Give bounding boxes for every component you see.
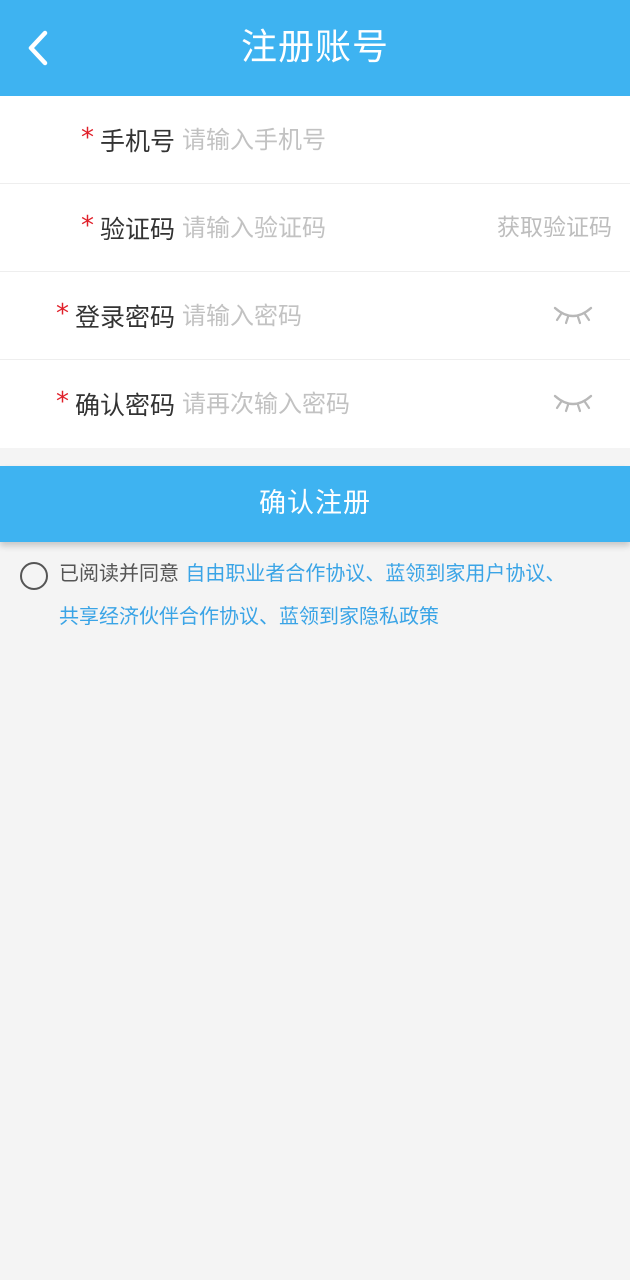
phone-row: * 手机号 请输入手机号 — [0, 96, 630, 184]
user-agreement-link[interactable]: 蓝领到家用户协议 — [385, 561, 545, 585]
page-title: 注册账号 — [240, 27, 389, 68]
required-mark: * — [55, 299, 69, 329]
password-input[interactable]: 请输入密码 — [182, 272, 302, 360]
required-mark: * — [55, 387, 69, 417]
agreement-text: 已阅读并同意 自由职业者合作协议、蓝领到家用户协议、 共享经济伙伴合作协议、蓝领到… — [59, 561, 566, 628]
partner-agreement-link[interactable]: 共享经济伙伴合作协议 — [59, 604, 259, 628]
freelancer-agreement-link[interactable]: 自由职业者合作协议 — [185, 561, 365, 585]
code-row: * 验证码 请输入验证码 获取验证码 — [0, 184, 630, 272]
confirm-input[interactable]: 请再次输入密码 — [182, 360, 350, 448]
agree-prefix: 已阅读并同意 — [59, 561, 186, 585]
required-mark: * — [80, 123, 94, 153]
confirm-label: 确认密码 — [74, 391, 175, 420]
phone-label: 手机号 — [99, 127, 175, 156]
register-form: * 手机号 请输入手机号 * 验证码 请输入验证码 获取验证码 * 登录密码 请… — [0, 96, 630, 448]
header-bar: 注册账号 — [0, 0, 630, 96]
password-row: * 登录密码 请输入密码 — [0, 272, 630, 360]
phone-input[interactable]: 请输入手机号 — [182, 96, 326, 184]
agree-radio[interactable] — [20, 562, 48, 590]
eye-closed-icon[interactable] — [552, 302, 594, 328]
submit-button[interactable]: 确认注册 — [0, 466, 630, 542]
required-mark: * — [80, 211, 94, 241]
get-code-button[interactable]: 获取验证码 — [497, 184, 612, 272]
code-label: 验证码 — [99, 215, 175, 244]
confirm-row: * 确认密码 请再次输入密码 — [0, 360, 630, 448]
eye-closed-icon[interactable] — [552, 390, 594, 416]
code-input[interactable]: 请输入验证码 — [182, 184, 326, 272]
password-label: 登录密码 — [74, 303, 175, 332]
privacy-policy-link[interactable]: 蓝领到家隐私政策 — [279, 604, 439, 628]
